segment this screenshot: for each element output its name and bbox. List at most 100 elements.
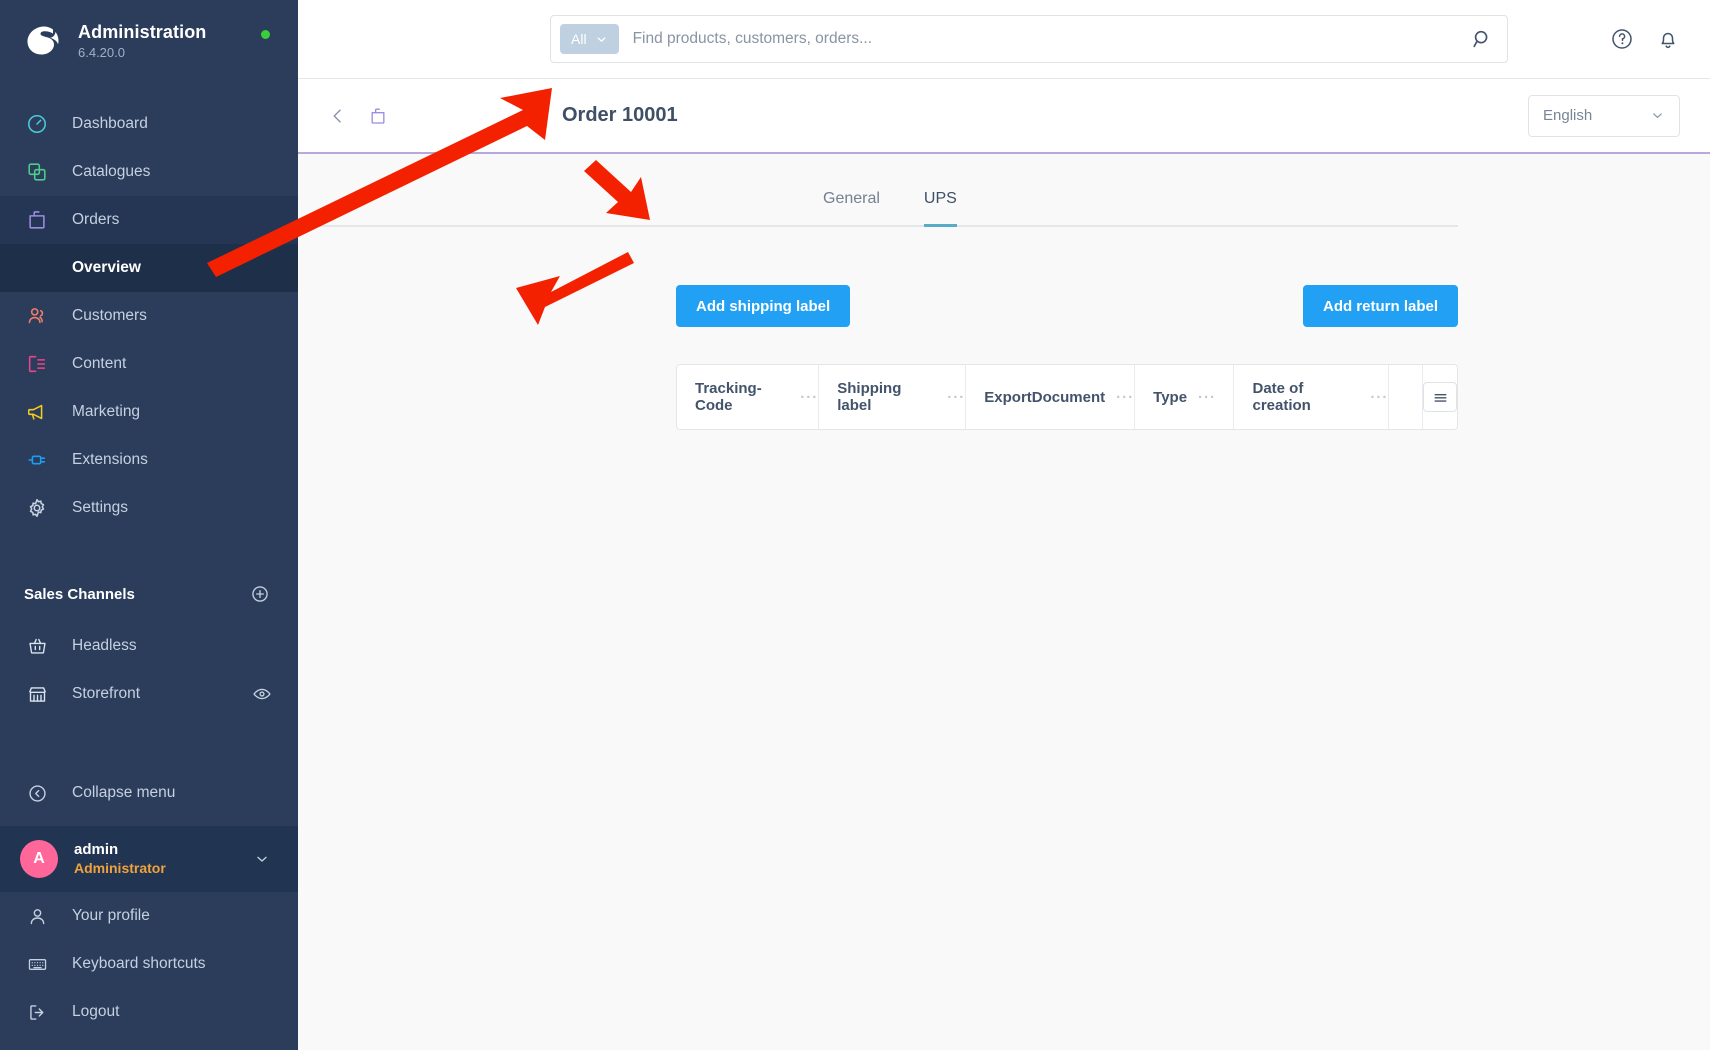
table-column-shipping-label[interactable]: Shipping label ··· xyxy=(819,365,967,429)
sidebar-channel-headless[interactable]: Headless xyxy=(0,622,298,670)
chevron-down-icon xyxy=(595,33,608,46)
page-title: Order 10001 xyxy=(562,104,678,126)
action-bar: Add shipping label Add return label xyxy=(298,227,1458,327)
search-icon[interactable] xyxy=(1471,28,1493,50)
tab-label: General xyxy=(823,190,880,207)
sidebar-item-label: Content xyxy=(72,355,127,372)
avatar: A xyxy=(20,840,58,878)
user-name: admin xyxy=(74,840,119,858)
sidebar-item-catalogues[interactable]: Catalogues xyxy=(0,148,298,196)
tab-ups[interactable]: UPS xyxy=(923,190,957,227)
collapse-menu-label: Collapse menu xyxy=(72,784,176,801)
sidebar-channel-label: Storefront xyxy=(72,685,141,702)
primary-nav: Dashboard Catalogues Orders Overview Cus… xyxy=(0,100,298,532)
shop-icon xyxy=(24,681,50,707)
sidebar-channel-label: Headless xyxy=(72,637,137,654)
table-column-type[interactable]: Type ··· xyxy=(1135,365,1235,429)
sidebar-item-label: Catalogues xyxy=(72,163,151,180)
sidebar-item-label: Keyboard shortcuts xyxy=(72,955,206,972)
sidebar-channel-storefront[interactable]: Storefront xyxy=(0,670,298,718)
shopware-logo-icon xyxy=(22,20,64,62)
sidebar-item-label: Logout xyxy=(72,1003,120,1020)
user-role: Administrator xyxy=(74,860,166,877)
column-label: Date of creation xyxy=(1252,380,1311,414)
table-column-tracking-code[interactable]: Tracking-Code ··· xyxy=(677,365,820,429)
global-search[interactable]: All xyxy=(550,15,1508,63)
content-area: General UPS Add shipping label Add retur… xyxy=(298,154,1710,1050)
column-menu-icon[interactable]: ··· xyxy=(1370,389,1388,406)
sidebar-item-label: Marketing xyxy=(72,403,141,420)
sidebar-subitem-label: Overview xyxy=(72,259,141,276)
sidebar-item-your-profile[interactable]: Your profile xyxy=(0,892,298,940)
search-scope-dropdown[interactable]: All xyxy=(560,24,619,54)
chevron-down-icon[interactable] xyxy=(254,851,270,867)
column-menu-icon[interactable]: ··· xyxy=(800,389,818,406)
sidebar-item-extensions[interactable]: Extensions xyxy=(0,436,298,484)
shipping-labels-table: Tracking-Code ··· Shipping label ··· Exp… xyxy=(676,364,1458,430)
column-menu-icon[interactable]: ··· xyxy=(1116,389,1134,406)
sidebar-item-dashboard[interactable]: Dashboard xyxy=(0,100,298,148)
sidebar-item-label: Dashboard xyxy=(72,115,148,132)
brand-header[interactable]: Administration 6.4.20.0 xyxy=(0,0,298,80)
keyboard-icon xyxy=(24,951,50,977)
sidebar-item-label: Extensions xyxy=(72,451,148,468)
extensions-plug-icon xyxy=(24,447,50,473)
sidebar-item-label: Settings xyxy=(72,499,129,516)
topbar-icons xyxy=(1610,27,1710,51)
add-shipping-label-button[interactable]: Add shipping label xyxy=(676,285,851,327)
page-header: Order 10001 English xyxy=(298,79,1710,154)
language-select[interactable]: English xyxy=(1528,94,1680,137)
column-label: Type xyxy=(1153,388,1188,406)
add-return-label-button[interactable]: Add return label xyxy=(1302,285,1458,327)
sidebar-item-keyboard-shortcuts[interactable]: Keyboard shortcuts xyxy=(0,940,298,988)
logout-icon xyxy=(24,999,50,1025)
topbar: All xyxy=(298,0,1710,79)
back-button[interactable] xyxy=(322,100,354,132)
search-scope-label: All xyxy=(571,31,587,47)
tab-general[interactable]: General xyxy=(823,190,880,227)
dashboard-icon xyxy=(24,111,50,137)
bell-icon[interactable] xyxy=(1656,27,1680,51)
content-icon xyxy=(24,351,50,377)
help-circle-icon[interactable] xyxy=(1610,27,1634,51)
sidebar-item-logout[interactable]: Logout xyxy=(0,988,298,1036)
admin-app: Administration 6.4.20.0 Dashboard Catalo… xyxy=(0,0,1710,1050)
table-header-row: Tracking-Code ··· Shipping label ··· Exp… xyxy=(677,365,1458,429)
column-menu-icon[interactable]: ··· xyxy=(1198,389,1216,406)
sidebar-item-orders[interactable]: Orders xyxy=(0,196,298,244)
catalogues-icon xyxy=(24,159,50,185)
table-column-spacer xyxy=(1389,365,1424,429)
search-input[interactable] xyxy=(632,30,1471,48)
order-bag-icon[interactable] xyxy=(362,100,394,132)
marketing-megaphone-icon xyxy=(24,399,50,425)
eye-icon[interactable] xyxy=(252,684,272,704)
status-dot xyxy=(261,30,270,39)
brand-title: Administration xyxy=(78,22,207,42)
sidebar-item-settings[interactable]: Settings xyxy=(0,484,298,532)
column-label: ExportDocument xyxy=(984,388,1106,406)
sales-channels-label: Sales Channels xyxy=(24,585,135,603)
sidebar-item-overview[interactable]: Overview xyxy=(0,244,298,292)
sidebar-item-marketing[interactable]: Marketing xyxy=(0,388,298,436)
list-settings-icon[interactable] xyxy=(1423,382,1458,412)
sidebar-item-content[interactable]: Content xyxy=(0,340,298,388)
plus-circle-icon[interactable] xyxy=(250,584,270,604)
sidebar: Administration 6.4.20.0 Dashboard Catalo… xyxy=(0,0,298,1050)
user-icon xyxy=(24,903,50,929)
column-label: Shipping label xyxy=(837,380,902,414)
user-menu[interactable]: A admin Administrator xyxy=(0,826,298,892)
sales-channels-header: Sales Channels xyxy=(0,566,298,622)
brand-version: 6.4.20.0 xyxy=(78,45,125,60)
tab-bar: General UPS xyxy=(298,154,1458,227)
orders-bag-icon xyxy=(24,207,50,233)
settings-gear-icon xyxy=(24,495,50,521)
customers-icon xyxy=(24,303,50,329)
sidebar-item-customers[interactable]: Customers xyxy=(0,292,298,340)
chevron-down-icon xyxy=(1650,108,1665,123)
table-column-exportdocument[interactable]: ExportDocument ··· xyxy=(966,365,1136,429)
table-column-date-of-creation[interactable]: Date of creation ··· xyxy=(1234,365,1390,429)
column-label: Tracking-Code xyxy=(695,380,762,414)
column-menu-icon[interactable]: ··· xyxy=(947,389,965,406)
collapse-menu-button[interactable]: Collapse menu xyxy=(0,768,298,818)
